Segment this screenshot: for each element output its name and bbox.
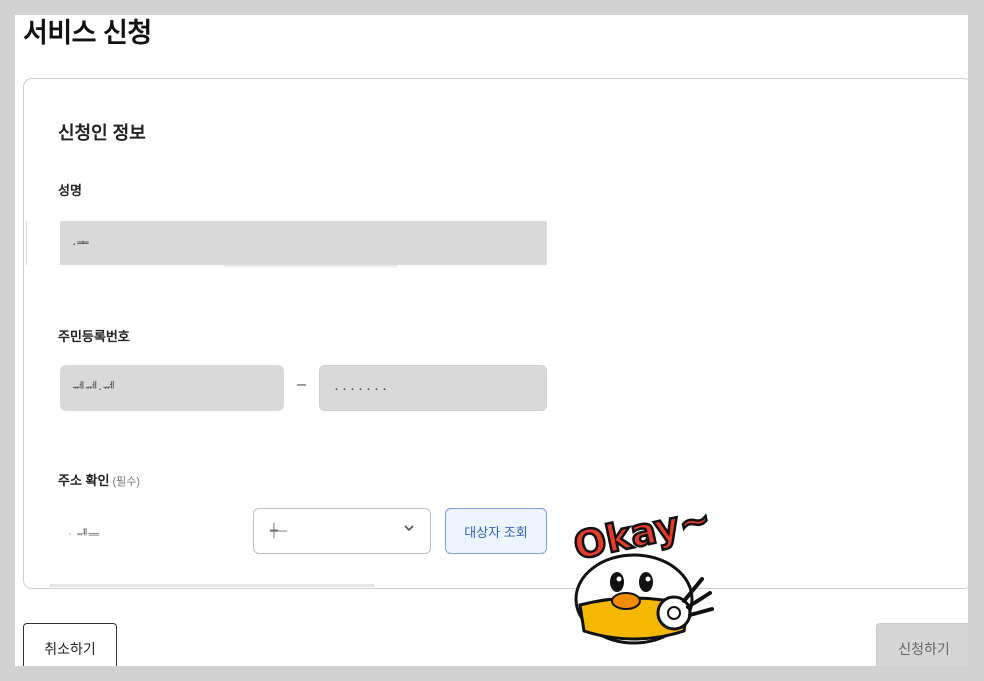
service-application-panel: 서비스 신청 신청인 정보 성명 주민등록번호 – 주소 확인(필수) ┿─ 대… xyxy=(15,15,968,666)
applicant-info-card: 신청인 정보 성명 주민등록번호 – 주소 확인(필수) ┿─ 대상자 조회 xyxy=(23,78,968,645)
okay-duck-sticker: Okay~ xyxy=(569,499,716,645)
name-field-underline xyxy=(224,265,397,267)
address-input[interactable] xyxy=(58,510,236,556)
name-label: 성명 xyxy=(58,183,82,198)
address-label: 주소 확인 (필수) xyxy=(58,470,140,489)
address-select-value: ┿─ xyxy=(270,523,288,538)
rrn-separator: – xyxy=(297,376,306,393)
address-field-underline xyxy=(50,584,374,587)
name-field-edge xyxy=(26,221,27,265)
section-title: 신청인 정보 xyxy=(58,123,146,143)
address-label-text: 주소 확인 xyxy=(58,473,110,488)
page-title: 서비스 신청 xyxy=(23,18,152,48)
chevron-down-icon xyxy=(404,525,414,532)
rrn-back-field[interactable] xyxy=(319,365,547,411)
rrn-front-field[interactable] xyxy=(60,365,284,411)
name-field[interactable] xyxy=(60,221,547,265)
address-select[interactable]: ┿─ xyxy=(253,508,431,554)
required-mark: (필수) xyxy=(112,476,141,488)
submit-button[interactable]: 신청하기 xyxy=(876,623,968,666)
cancel-button[interactable]: 취소하기 xyxy=(23,623,117,666)
target-lookup-button[interactable]: 대상자 조회 xyxy=(445,508,547,554)
rrn-label: 주민등록번호 xyxy=(58,329,130,344)
